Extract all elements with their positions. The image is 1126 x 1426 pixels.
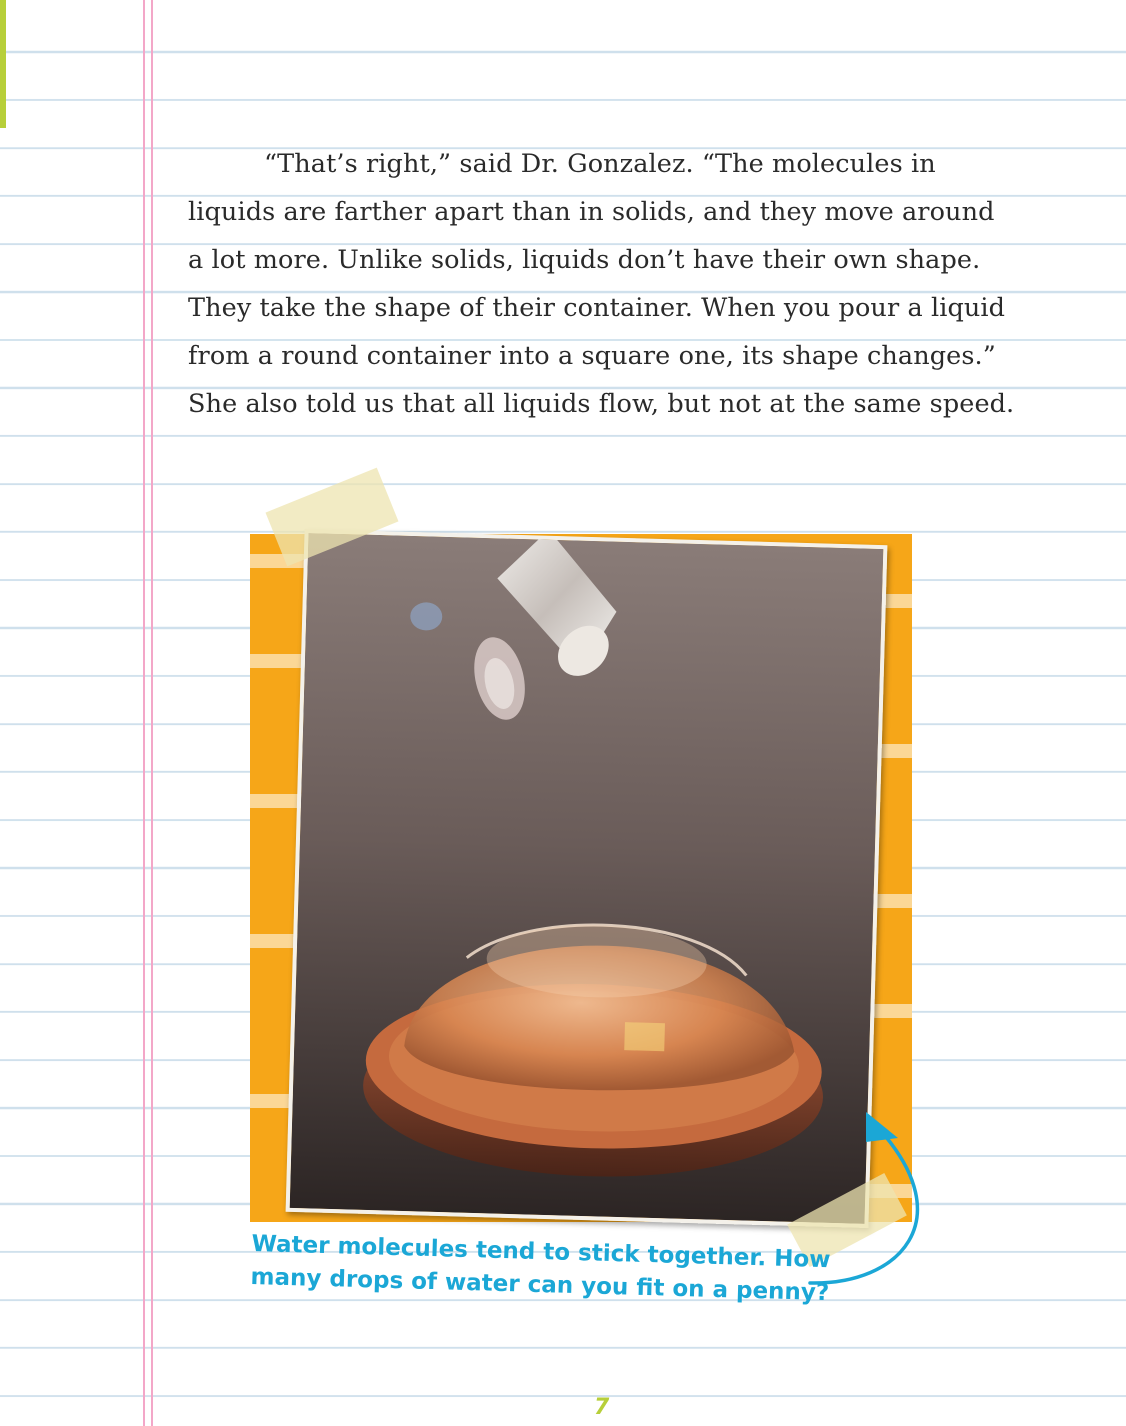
margin-line — [151, 0, 153, 1426]
penny-water-photo — [285, 528, 888, 1229]
photo-caption: Water molecules tend to stick together. … — [250, 1230, 831, 1307]
body-paragraph: “That’s right,” said Dr. Gonzalez. “The … — [188, 140, 1018, 428]
body-paragraph-text: “That’s right,” said Dr. Gonzalez. “The … — [188, 149, 1015, 419]
margin-line — [143, 0, 145, 1426]
water-drop-on-penny-illustration — [289, 533, 884, 1224]
page-number: 7 — [594, 1395, 610, 1420]
page-edge-tab — [0, 0, 6, 128]
